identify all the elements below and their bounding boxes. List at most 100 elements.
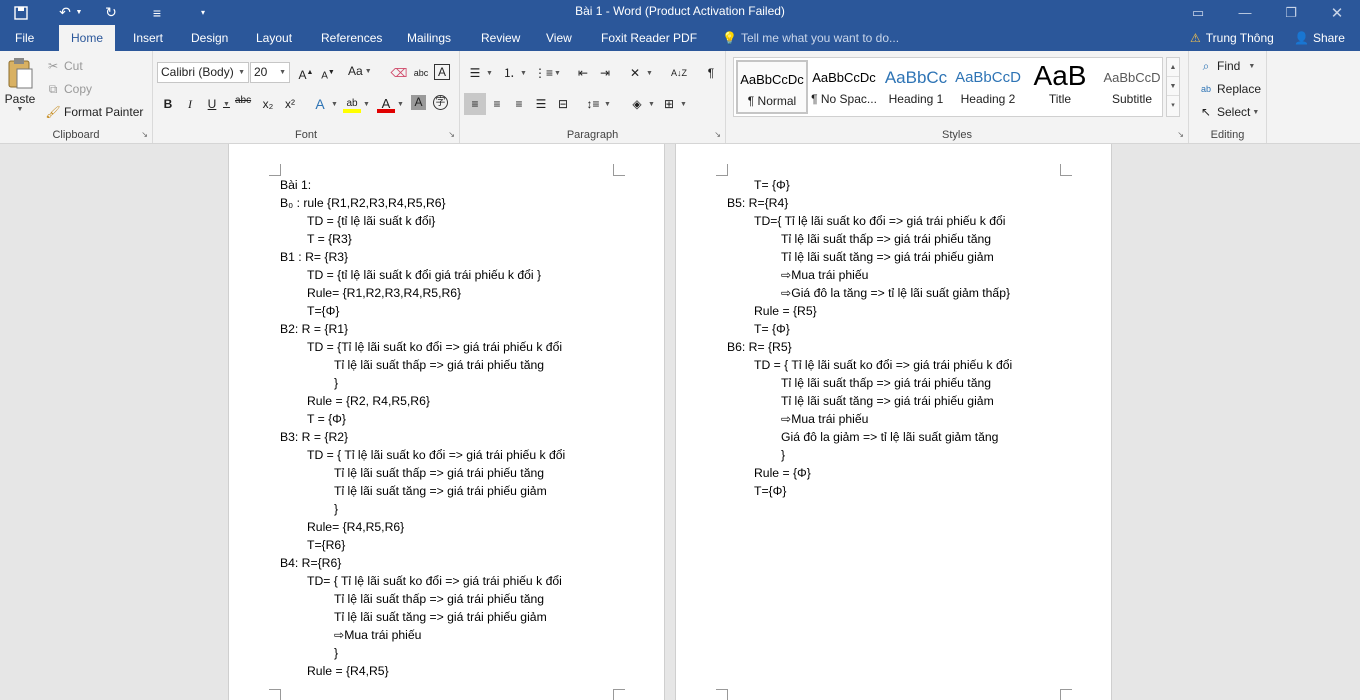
paintbrush-icon: 🖌 xyxy=(45,105,61,119)
pilcrow-icon: ¶ xyxy=(707,66,715,80)
document-line: TD = {tỉ lệ lãi suất k đổi} xyxy=(307,214,436,228)
show-hide-button[interactable]: ¶ xyxy=(702,64,720,82)
tab-mailings[interactable]: Mailings xyxy=(397,25,461,51)
document-line: B1 : R= {R3} xyxy=(280,250,349,264)
borders-button[interactable]: ⊞ ▼ xyxy=(660,95,687,113)
multilevel-list-button[interactable]: ⋮≡ ▼ xyxy=(534,64,561,82)
tab-view[interactable]: View xyxy=(536,25,582,51)
change-case-button[interactable]: Aa ▼ xyxy=(348,64,372,78)
increase-indent-button[interactable]: ⇥ xyxy=(596,64,614,82)
document-page-1[interactable]: Bài 1: B₀ : rule {R1,R2,R3,R4,R5,R6} TD = … xyxy=(228,144,665,700)
clear-formatting-button[interactable]: ⌫ xyxy=(390,64,408,82)
align-right-button[interactable]: ≡ xyxy=(510,95,528,113)
select-label: Select xyxy=(1217,105,1251,119)
bold-button[interactable]: B xyxy=(159,95,177,113)
select-button[interactable]: ↖ Select ▼ xyxy=(1197,103,1259,121)
tab-file[interactable]: File xyxy=(5,25,44,51)
enclose-characters-button[interactable]: 字 xyxy=(433,95,448,110)
clipboard-launcher-icon[interactable]: ↘ xyxy=(141,130,148,139)
subscript-button[interactable]: x₂ xyxy=(259,95,277,113)
character-border-button[interactable]: A xyxy=(434,64,450,80)
paste-button[interactable]: Paste ▼ xyxy=(4,57,36,113)
style-normal[interactable]: AaBbCcDc ¶ Normal xyxy=(736,60,808,114)
decrease-indent-button[interactable]: ⇤ xyxy=(574,64,592,82)
close-icon[interactable]: ✕ xyxy=(1314,0,1360,25)
share-button[interactable]: 👤 Share xyxy=(1284,25,1355,51)
style-name: Title xyxy=(1048,92,1072,106)
tab-layout[interactable]: Layout xyxy=(246,25,302,51)
document-line: T = {Φ} xyxy=(307,412,346,426)
style-name: Heading 2 xyxy=(960,92,1016,106)
paragraph-launcher-icon[interactable]: ↘ xyxy=(714,130,721,139)
highlight-button[interactable]: ab ▼ xyxy=(343,95,370,113)
styles-more-icon[interactable]: ▾ xyxy=(1167,96,1179,115)
document-line: Tỉ lệ lãi suất tăng => giá trái phiếu gi… xyxy=(334,484,547,498)
document-canvas[interactable]: Bài 1: B₀ : rule {R1,R2,R3,R4,R5,R6} TD = … xyxy=(0,144,1360,700)
clipboard-group: Paste ▼ ✂ Cut ⧉ Copy 🖌 Format Painter Clipb… xyxy=(0,51,153,143)
style-title[interactable]: AaB Title xyxy=(1024,60,1096,114)
highlighter-icon: ab xyxy=(343,95,361,113)
underline-button[interactable]: U ▼ xyxy=(203,95,230,113)
bullets-button[interactable]: ☰ ▼ xyxy=(466,64,493,82)
document-line: Tỉ lệ lãi suất thấp => giá trái phiếu tă… xyxy=(781,376,992,390)
grow-font-button[interactable]: A▲ xyxy=(297,64,315,82)
numbering-button[interactable]: ⒈ ▼ xyxy=(500,64,527,82)
underline-icon: U xyxy=(207,97,217,111)
style-preview: AaBbCc xyxy=(884,68,948,87)
tab-references[interactable]: References xyxy=(311,25,392,51)
align-left-button[interactable]: ≡ xyxy=(464,93,486,115)
user-account[interactable]: ⚠ Trung Thông xyxy=(1180,25,1284,51)
document-line: Rule = {R4,R5} xyxy=(307,664,389,678)
italic-icon: I xyxy=(188,97,192,111)
tab-foxit[interactable]: Foxit Reader PDF xyxy=(591,25,707,51)
style-subtitle[interactable]: AaBbCcD Subtitle xyxy=(1096,60,1168,114)
styles-launcher-icon[interactable]: ↘ xyxy=(1177,130,1184,139)
font-size-box[interactable]: 20 ▼ xyxy=(250,62,290,83)
asian-layout-button[interactable]: ✕ ▼ xyxy=(626,64,653,82)
replace-button[interactable]: ab Replace xyxy=(1197,80,1261,98)
font-launcher-icon[interactable]: ↘ xyxy=(448,130,455,139)
style-no-spacing[interactable]: AaBbCcDc ¶ No Spac... xyxy=(808,60,880,114)
sort-button[interactable]: A↓Z xyxy=(670,64,688,82)
phonetic-guide-button[interactable]: abc xyxy=(412,64,430,82)
ribbon-display-icon[interactable]: ▭ xyxy=(1175,0,1221,25)
font-color-button[interactable]: A ▼ xyxy=(377,95,404,113)
tell-me-box[interactable]: 💡 Tell me what you want to do... xyxy=(712,25,909,51)
find-button[interactable]: ⌕ Find ▼ xyxy=(1197,57,1256,75)
tab-home[interactable]: Home xyxy=(59,25,116,51)
minimize-icon[interactable]: — xyxy=(1222,0,1268,25)
strikethrough-button[interactable]: abc xyxy=(235,95,251,106)
format-painter-button[interactable]: 🖌 Format Painter xyxy=(44,103,143,121)
italic-button[interactable]: I xyxy=(181,95,199,113)
styles-scroll-up-icon[interactable]: ▲ xyxy=(1167,58,1179,77)
line-spacing-button[interactable]: ↕≡ ▼ xyxy=(584,95,610,113)
restore-icon[interactable]: ❐ xyxy=(1268,0,1314,25)
superscript-button[interactable]: x² xyxy=(281,95,299,113)
font-group: Calibri (Body) ▼ 20 ▼ A▲ A▼ Aa ▼ ⌫ abc A B … xyxy=(153,51,460,143)
styles-scroll-down-icon[interactable]: ▼ xyxy=(1167,77,1179,96)
text-effects-icon: A xyxy=(315,96,325,112)
tab-design[interactable]: Design xyxy=(181,25,238,51)
align-center-button[interactable]: ≡ xyxy=(488,95,506,113)
ribbon-tabs: File Home Insert Design Layout Reference… xyxy=(0,25,1360,51)
cut-button[interactable]: ✂ Cut xyxy=(44,57,83,75)
character-shading-button[interactable]: A xyxy=(411,95,426,110)
style-heading-2[interactable]: AaBbCcD Heading 2 xyxy=(952,60,1024,114)
chevron-down-icon: ▼ xyxy=(279,69,286,76)
style-heading-1[interactable]: AaBbCc Heading 1 xyxy=(880,60,952,114)
styles-gallery: AaBbCcDc ¶ Normal AaBbCcDc ¶ No Spac... Aa… xyxy=(733,57,1163,117)
document-page-2[interactable]: T= {Φ} B5: R={R4} TD={ Tỉ lệ lãi suất ko đ… xyxy=(675,144,1112,700)
font-name-box[interactable]: Calibri (Body) ▼ xyxy=(157,62,249,83)
distributed-button[interactable]: ⊟ xyxy=(554,95,572,113)
tab-insert[interactable]: Insert xyxy=(123,25,173,51)
shading-button[interactable]: ◈ ▼ xyxy=(628,95,655,113)
copy-icon: ⧉ xyxy=(48,82,58,96)
text-effects-button[interactable]: A ▼ xyxy=(311,95,338,113)
shrink-font-button[interactable]: A▼ xyxy=(319,64,337,82)
document-line: TD= { Tỉ lệ lãi suất ko đổi => giá trái … xyxy=(307,574,562,588)
corner-mark xyxy=(613,164,625,176)
tab-review[interactable]: Review xyxy=(471,25,530,51)
copy-button[interactable]: ⧉ Copy xyxy=(44,80,92,98)
justify-button[interactable]: ☰ xyxy=(532,95,550,113)
subscript-icon: x₂ xyxy=(262,97,274,111)
